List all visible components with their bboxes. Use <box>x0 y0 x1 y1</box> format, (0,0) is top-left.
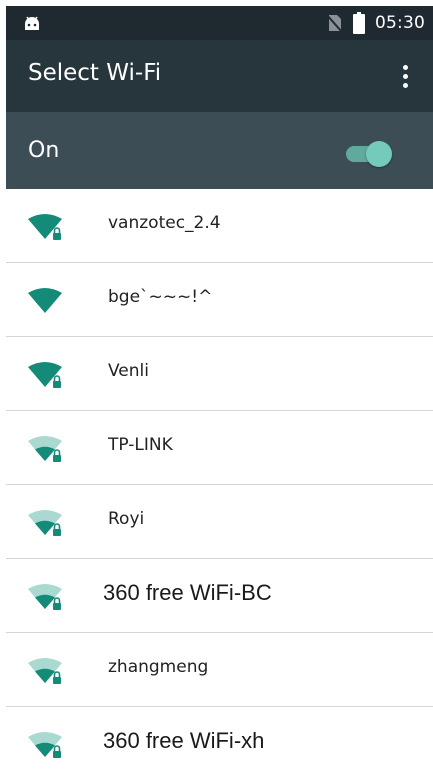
network-item[interactable]: bge`~~~!^ <box>6 263 433 337</box>
app-toolbar: Select Wi-Fi <box>6 40 433 112</box>
page-title: Select Wi-Fi <box>28 60 162 86</box>
network-list: vanzotec_2.4 bge`~~~!^ Venli TP-LINK Roy… <box>6 189 433 780</box>
network-item[interactable]: 360 free WiFi-xh <box>6 707 433 780</box>
network-item[interactable]: zhangmeng <box>6 633 433 707</box>
network-name: Venli <box>108 361 149 381</box>
network-item[interactable]: Royi <box>6 485 433 559</box>
network-item[interactable]: TP-LINK <box>6 411 433 485</box>
wifi-locked-icon <box>28 362 62 388</box>
toggle-thumb <box>366 141 392 167</box>
no-sim-icon <box>325 13 343 33</box>
network-name: Royi <box>108 509 145 529</box>
battery-icon <box>353 12 365 34</box>
wifi-locked-icon <box>28 658 62 684</box>
status-bar: 05:30 <box>6 6 433 40</box>
network-name: 360 free WiFi-xh <box>103 728 265 753</box>
android-icon <box>25 16 39 30</box>
network-item[interactable]: 360 free WiFi-BC <box>6 559 433 633</box>
network-item[interactable]: Venli <box>6 337 433 411</box>
wifi-locked-icon <box>28 584 62 610</box>
network-name: zhangmeng <box>108 657 209 677</box>
wifi-switch-bar[interactable]: On <box>6 112 433 189</box>
network-item[interactable]: vanzotec_2.4 <box>6 189 433 263</box>
wifi-switch-label: On <box>28 138 60 163</box>
wifi-open-icon <box>28 288 62 313</box>
overflow-menu-icon[interactable] <box>393 60 417 92</box>
wifi-locked-icon <box>28 732 62 758</box>
network-name: 360 free WiFi-BC <box>103 580 272 605</box>
wifi-locked-icon <box>28 214 62 240</box>
clock: 05:30 <box>375 13 425 33</box>
wifi-locked-icon <box>28 510 62 536</box>
network-name: TP-LINK <box>108 435 173 455</box>
wifi-locked-icon <box>28 436 62 462</box>
wifi-toggle[interactable] <box>344 141 392 167</box>
network-name: bge`~~~!^ <box>108 287 213 307</box>
network-name: vanzotec_2.4 <box>108 213 221 233</box>
